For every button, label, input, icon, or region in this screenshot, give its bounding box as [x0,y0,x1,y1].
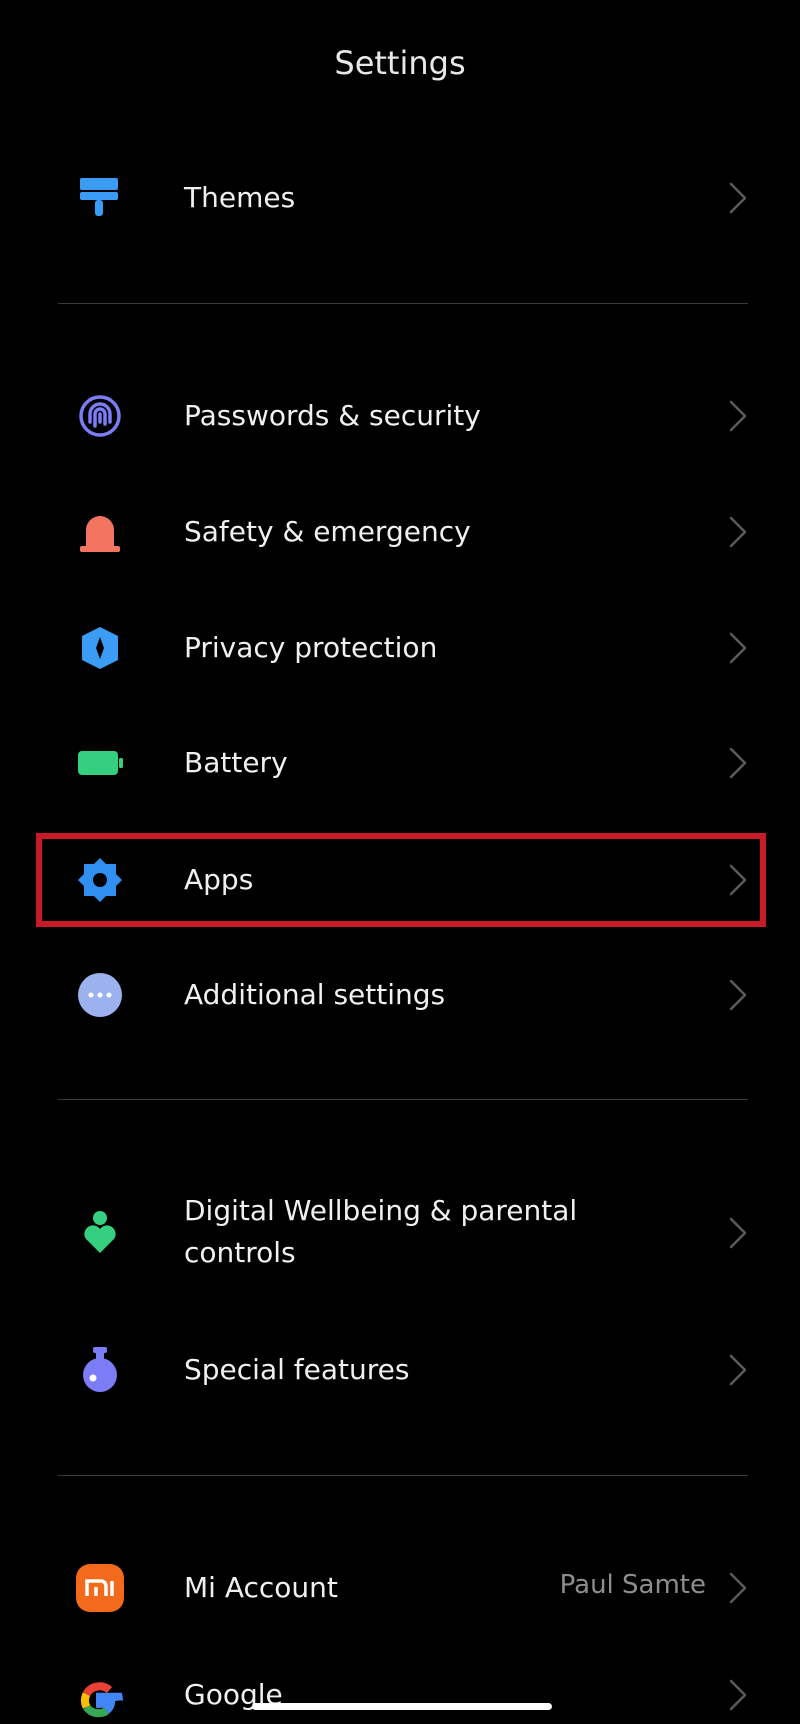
settings-item-label: Apps [184,863,254,896]
settings-item-label: Privacy protection [184,631,438,664]
settings-item-privacy-protection[interactable]: Privacy protection [0,618,800,678]
settings-item-label: Themes [184,181,296,214]
chevron-right-icon [728,746,748,780]
account-name: Paul Samte [559,1570,706,1600]
settings-item-label: Mi Account [184,1571,338,1604]
settings-item-label: Digital Wellbeing & parental controls [184,1194,578,1269]
settings-item-label: Safety & emergency [184,515,471,548]
settings-item-mi-account[interactable]: Mi Account Paul Samte [0,1558,800,1618]
google-logo-icon [76,1676,124,1724]
fingerprint-icon [76,392,124,440]
chevron-right-icon [728,515,748,549]
settings-item-label: Passwords & security [184,399,481,432]
chevron-right-icon [728,1216,748,1250]
chevron-right-icon [728,1678,748,1712]
siren-icon [76,508,124,556]
settings-item-label: Special features [184,1353,410,1386]
shield-icon [76,624,124,672]
chevron-right-icon [728,863,748,897]
settings-item-special-features[interactable]: Special features [0,1340,800,1400]
chevron-right-icon [728,399,748,433]
section-divider [58,303,748,304]
chevron-right-icon [728,181,748,215]
settings-item-themes[interactable]: Themes [0,168,800,228]
chevron-right-icon [728,631,748,665]
settings-item-digital-wellbeing[interactable]: Digital Wellbeing & parental controls [0,1188,800,1278]
settings-item-label: Battery [184,746,288,779]
home-indicator[interactable] [252,1703,552,1710]
chevron-right-icon [728,1571,748,1605]
more-dots-icon [76,971,124,1019]
settings-item-safety-emergency[interactable]: Safety & emergency [0,502,800,562]
section-divider [58,1099,748,1100]
gear-icon [76,856,124,904]
battery-icon [76,739,124,787]
settings-item-apps[interactable]: Apps [0,850,800,910]
chevron-right-icon [728,978,748,1012]
paint-brush-icon [76,174,124,222]
settings-item-google[interactable]: Google [0,1672,800,1722]
settings-item-passwords-security[interactable]: Passwords & security [0,386,800,446]
settings-item-additional-settings[interactable]: Additional settings [0,965,800,1025]
page-title: Settings [334,44,466,82]
mi-logo-icon [76,1564,124,1612]
settings-item-battery[interactable]: Battery [0,733,800,793]
section-divider [58,1475,748,1476]
chevron-right-icon [728,1353,748,1387]
potion-icon [76,1346,124,1394]
settings-item-label: Additional settings [184,978,446,1011]
wellbeing-icon [76,1209,124,1257]
